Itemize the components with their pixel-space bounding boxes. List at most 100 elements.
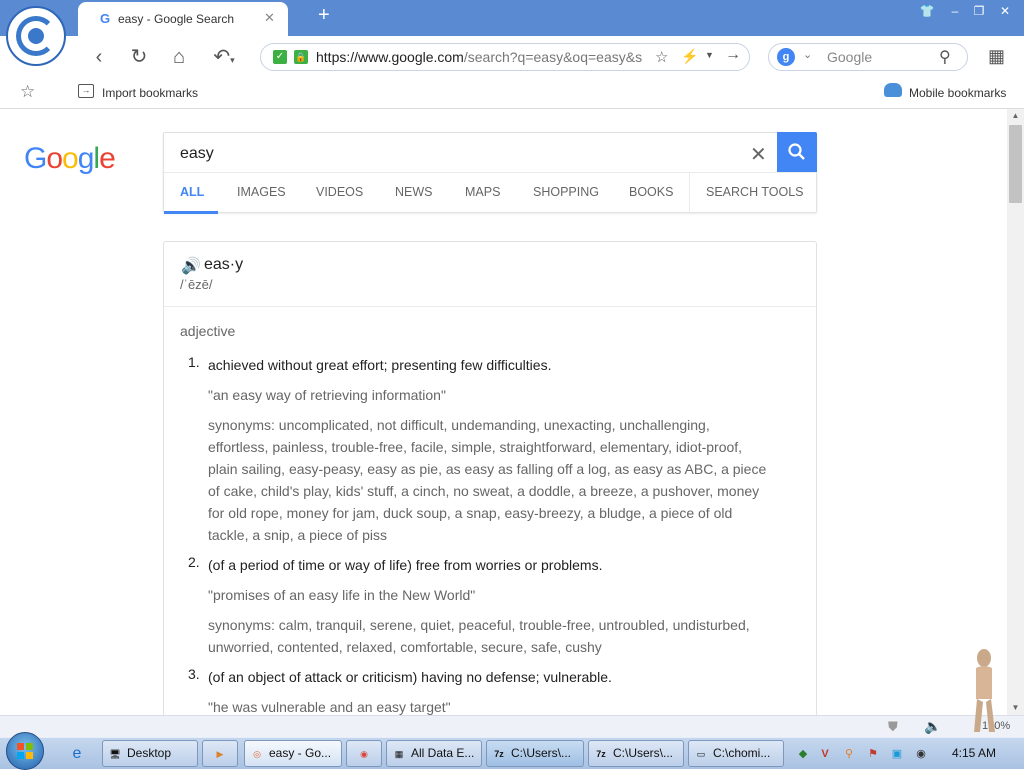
flag-tray-icon[interactable]: ⚑ [866,747,880,761]
tab-maps[interactable]: MAPS [465,185,500,199]
definition-text: (of a period of time or way of life) fre… [208,557,603,573]
mobile-bookmarks-link[interactable]: Mobile bookmarks [909,86,1006,100]
bookmarks-bar: ☆ → Import bookmarks Mobile bookmarks [0,78,1024,109]
browser-search-placeholder: Google [827,49,873,65]
definition-item: 1. achieved without great effort; presen… [188,354,768,546]
definition-number: 1. [188,354,200,370]
task-all-data[interactable]: ▦ All Data E... [386,740,482,767]
volume-icon[interactable]: 🔈 [924,718,941,735]
lightning-icon[interactable]: ⚡ [681,48,698,65]
skin-icon[interactable]: 👕 [916,4,938,22]
task-browser[interactable]: ◎ easy - Go... [244,740,342,767]
tab-search-tools[interactable]: SEARCH TOOLS [706,185,804,199]
home-icon[interactable]: ⌂ [166,44,192,70]
definition-number: 3. [188,666,200,682]
definition-item: 2. (of a period of time or way of life) … [188,554,768,658]
lock-icon: 🔒 [294,50,308,64]
back-icon[interactable]: ‹ [86,44,112,70]
tab-news[interactable]: NEWS [395,185,433,199]
7zip-icon: 7z [596,749,606,759]
internet-explorer-icon[interactable]: e [66,743,88,765]
task-explorer[interactable]: ▭ C:\chomi... [688,740,784,767]
address-dropdown-icon[interactable]: ▼ [705,50,714,60]
tab-title: easy - Google Search [118,12,235,26]
reload-icon[interactable]: ↻ [126,44,152,70]
search-engine-icon[interactable]: g [777,48,795,66]
search-icon[interactable]: ⚲ [939,47,951,67]
undo-close-tab-icon[interactable]: ↶▾ [206,44,242,70]
shield-icon[interactable]: ⛊ [888,719,898,735]
chrome-icon: ◉ [360,749,368,759]
scroll-up-icon[interactable]: ▲ [1007,109,1024,123]
definition-item: 3. (of an object of attack or criticism)… [188,666,768,718]
7zip-icon: 7z [494,749,504,759]
browser-logo-icon[interactable] [6,6,66,66]
logo-letter: g [77,142,95,175]
minimize-button[interactable]: – [944,4,966,22]
speaker-icon[interactable]: 🔊 [181,256,201,276]
definition-example: "promises of an easy life in the New Wor… [208,587,476,603]
url-text[interactable]: https://www.google.com/search?q=easy&oq=… [316,49,646,65]
part-of-speech: adjective [180,323,236,339]
logo-letter: e [99,142,116,175]
tab-books[interactable]: BOOKS [629,185,673,199]
definition-text: (of an object of attack or criticism) ha… [208,669,612,685]
speaker-tray-icon[interactable]: ◉ [914,747,928,761]
network-icon[interactable]: ◆ [796,747,810,761]
monitor-tray-icon[interactable]: ▣ [890,747,904,761]
tab-images[interactable]: IMAGES [237,185,286,199]
task-desktop[interactable]: 🖥 Desktop [102,740,198,767]
definition-text: achieved without great effort; presentin… [208,357,552,373]
antivirus-icon[interactable]: V [818,747,832,761]
media-player-icon: ▶ [216,749,224,759]
window-icon: ▭ [696,749,706,759]
close-window-button[interactable]: ✕ [994,4,1016,22]
engine-dropdown-icon[interactable]: ⌄ [803,48,812,61]
logo-letter: o [62,142,79,175]
tab-easy-google-search[interactable]: G easy - Google Search ✕ [78,2,288,36]
google-search-box: easy ✕ ALL IMAGES VIDEOS NEWS MAPS SHOPP… [163,132,817,214]
definition-synonyms[interactable]: synonyms: calm, tranquil, serene, quiet,… [208,614,768,658]
taskbar: e 🖥 Desktop ▶ ◎ easy - Go... ◉ ▦ All Dat… [0,732,1024,770]
task-7zip-1[interactable]: 7z C:\Users\... [486,740,584,767]
bookmark-star-icon[interactable]: ☆ [20,82,35,102]
definition-synonyms[interactable]: synonyms: uncomplicated, not difficult, … [208,414,768,546]
apps-grid-icon[interactable]: ▦ [988,46,1005,67]
card-divider [164,306,816,307]
cloud-icon [884,83,902,97]
status-bar: ⛊ 🔈 100% [0,715,1024,738]
import-bookmarks-link[interactable]: Import bookmarks [102,86,198,100]
definition-number: 2. [188,554,200,570]
scroll-thumb[interactable] [1009,125,1022,203]
restore-button[interactable]: ❐ [968,4,990,22]
logo-letter: o [46,142,63,175]
desktop-figure-icon [974,649,995,732]
tab-shopping[interactable]: SHOPPING [533,185,599,199]
clock[interactable]: 4:15 AM [952,746,996,760]
address-bar[interactable]: ✓ 🔒 https://www.google.com/search?q=easy… [260,43,750,71]
definition-example: "an easy way of retrieving information" [208,387,446,403]
task-7zip-2[interactable]: 7z C:\Users\... [588,740,684,767]
scroll-down-icon[interactable]: ▼ [1007,701,1024,715]
task-media-player[interactable]: ▶ [202,740,238,767]
browser-search-box[interactable]: g ⌄ Google ⚲ [768,43,968,71]
title-bar: G easy - Google Search ✕ + 👕 – ❐ ✕ [0,0,1024,36]
search-tray-icon[interactable]: ⚲ [842,747,856,761]
vertical-scrollbar[interactable]: ▲ ▼ [1007,109,1024,715]
favorite-star-icon[interactable]: ☆ [655,48,668,66]
go-arrow-icon[interactable]: → [725,46,741,64]
clear-icon[interactable]: ✕ [750,142,767,167]
search-tabs: ALL IMAGES VIDEOS NEWS MAPS SHOPPING BOO… [164,172,816,214]
new-tab-button[interactable]: + [318,4,330,27]
google-favicon-icon: G [100,11,111,26]
search-button[interactable] [777,132,817,172]
google-logo[interactable]: Google [24,142,116,176]
pronunciation: /ˈēzē/ [180,277,213,292]
headword: eas·y [204,256,244,273]
start-button[interactable] [6,732,44,770]
search-query-input[interactable]: easy [180,145,214,163]
task-chrome[interactable]: ◉ [346,740,382,767]
tab-all[interactable]: ALL [180,185,204,199]
tab-close-icon[interactable]: ✕ [264,10,275,26]
tab-videos[interactable]: VIDEOS [316,185,363,199]
